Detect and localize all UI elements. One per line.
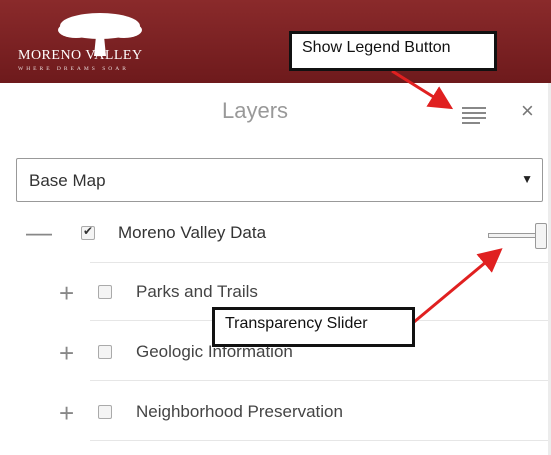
layer-row-moreno-valley-data: — Moreno Valley Data: [0, 207, 551, 263]
expand-icon[interactable]: +: [59, 400, 74, 426]
basemap-select-value: Base Map: [29, 171, 106, 190]
legend-callout: Show Legend Button: [289, 31, 497, 71]
transparency-slider-handle[interactable]: [535, 223, 547, 249]
layer-checkbox[interactable]: [98, 345, 112, 359]
layer-checkbox[interactable]: [98, 405, 112, 419]
divider: [90, 380, 551, 381]
show-legend-button[interactable]: [456, 103, 490, 125]
expand-icon[interactable]: +: [59, 340, 74, 366]
layer-label: Parks and Trails: [136, 282, 258, 301]
chevron-down-icon: ▼: [521, 172, 533, 186]
panel-title: Layers: [222, 98, 289, 123]
logo-tagline: WHERE DREAMS SOAR: [18, 66, 129, 72]
layer-label: Neighborhood Preservation: [136, 402, 343, 421]
slider-callout: Transparency Slider: [212, 307, 415, 347]
list-lines-icon: [462, 107, 486, 124]
layer-checkbox[interactable]: [81, 224, 95, 240]
expand-icon[interactable]: +: [59, 280, 74, 306]
divider: [90, 440, 551, 441]
collapse-icon[interactable]: —: [26, 219, 52, 245]
layer-checkbox[interactable]: [98, 285, 112, 299]
close-icon[interactable]: ×: [521, 98, 534, 124]
logo-name: MORENO VALLEY: [18, 48, 143, 63]
basemap-select[interactable]: Base Map ▼: [16, 158, 543, 202]
layer-row-neighborhood-preservation: + Neighborhood Preservation: [0, 385, 551, 441]
divider: [90, 262, 551, 263]
layer-label: Moreno Valley Data: [118, 223, 267, 242]
